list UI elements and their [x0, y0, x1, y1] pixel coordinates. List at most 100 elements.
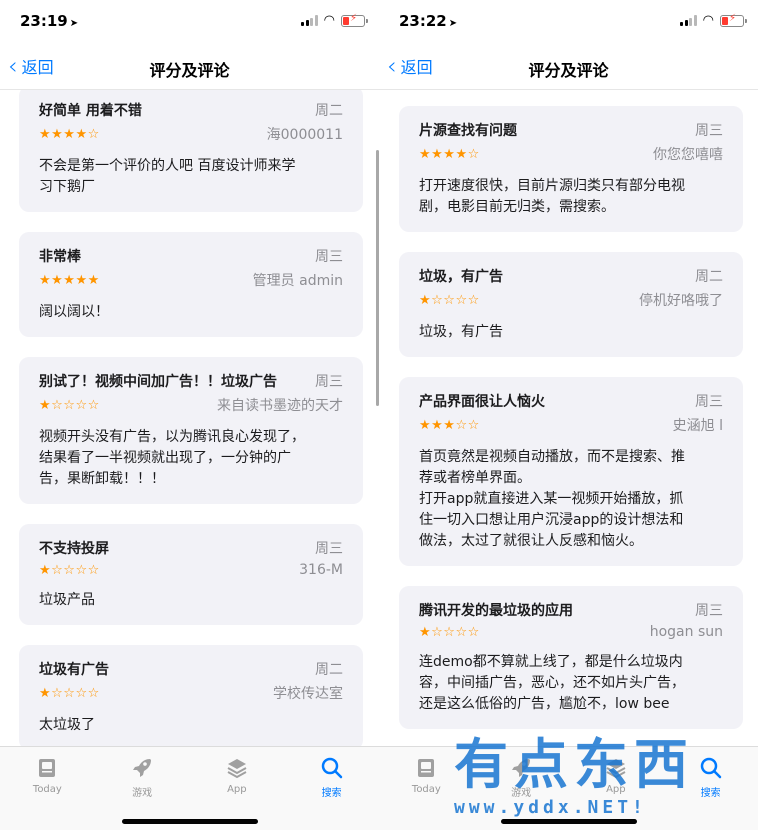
- tab-bar: Today 游戏 App 搜索: [379, 746, 758, 830]
- review-author: 史涵旭 l: [672, 418, 723, 434]
- tab-today[interactable]: Today: [0, 747, 95, 799]
- home-indicator[interactable]: [121, 819, 258, 824]
- review-card[interactable]: 片源查找有问题 周三 ★★★★☆ 你您您嘻嘻 打开速度很快，目前片源归类只有部分电视…: [399, 106, 743, 232]
- search-icon: [699, 755, 723, 781]
- star-rating: ★☆☆☆☆: [39, 562, 100, 578]
- review-date: 周三: [695, 123, 723, 139]
- review-body: 打开速度很快，目前片源归类只有部分电视 剧，电影目前无归类，需搜索。: [419, 178, 685, 215]
- tab-games[interactable]: 游戏: [95, 747, 190, 799]
- star-rating: ★☆☆☆☆: [39, 685, 100, 701]
- battery-icon: ⚡: [341, 13, 368, 27]
- tab-today[interactable]: Today: [379, 747, 474, 799]
- cellular-signal-icon: [680, 15, 697, 26]
- review-date: 周二: [315, 662, 343, 678]
- tab-label: 游戏: [511, 788, 532, 799]
- review-card[interactable]: 非常棒 周三 ★★★★★ 管理员 admin 阔以阔以！: [19, 232, 363, 337]
- today-icon: [35, 755, 59, 781]
- left-screen: 23:19 ➤ ◠ ⚡ ‹ 返回 评分及评论 好简单 用着不错 周二 ★★★★☆ 海0…: [0, 0, 379, 830]
- reviews-list: 片源查找有问题 周三 ★★★★☆ 你您您嘻嘻 打开速度很快，目前片源归类只有部分电视…: [399, 106, 743, 746]
- tab-bar: Today 游戏 App 搜索: [0, 746, 379, 830]
- review-card[interactable]: 垃圾有广告 周二 ★☆☆☆☆ 学校传达室 太垃圾了: [19, 645, 363, 746]
- review-title: 别试了！视频中间加广告！！垃圾广告: [39, 374, 277, 390]
- star-rating: ★★★★★: [39, 272, 100, 288]
- star-rating: ★★★★☆: [419, 146, 480, 162]
- rocket-icon: [509, 755, 533, 781]
- status-icons: ◠ ⚡: [680, 13, 747, 27]
- tab-label: App: [227, 784, 247, 795]
- status-time: 23:22 ➤: [399, 12, 457, 30]
- right-screen: 23:22 ➤ ◠ ⚡ ‹ 返回 评分及评论 片源查找有问题 周三 ★★★★☆ 你您您…: [379, 0, 758, 830]
- star-rating: ★★★★☆: [39, 126, 100, 142]
- star-rating: ★☆☆☆☆: [419, 292, 480, 308]
- review-card[interactable]: 不支持投屏 周三 ★☆☆☆☆ 316-M 垃圾产品: [19, 524, 363, 625]
- tab-apps[interactable]: App: [190, 747, 285, 799]
- review-author: 学校传达室: [273, 686, 343, 702]
- tab-search[interactable]: 搜索: [284, 747, 379, 799]
- review-author: 海0000011: [266, 127, 343, 143]
- navigation-bar: ‹ 返回 评分及评论: [0, 44, 379, 90]
- review-title: 腾讯开发的最垃圾的应用: [419, 603, 573, 619]
- home-indicator[interactable]: [500, 819, 637, 824]
- tab-label: App: [606, 784, 626, 795]
- review-date: 周三: [695, 394, 723, 410]
- review-body: 视频开头没有广告，以为腾讯良心发现了， 结果看了一半视频就出现了，一分钟的广 告…: [39, 429, 305, 487]
- review-title: 片源查找有问题: [419, 123, 517, 139]
- status-bar: 23:22 ➤ ◠ ⚡: [379, 0, 758, 44]
- review-date: 周三: [315, 249, 343, 265]
- apps-stack-icon: [225, 755, 249, 781]
- tab-label: 游戏: [132, 788, 153, 799]
- review-date: 周三: [315, 541, 343, 557]
- review-body: 阔以阔以！: [39, 304, 109, 320]
- time-text: 23:22: [399, 12, 447, 30]
- review-title: 垃圾，有广告: [419, 269, 503, 285]
- review-card[interactable]: 产品界面很让人恼火 周三 ★★★☆☆ 史涵旭 l 首页竟然是视频自动播放，而不是搜索…: [399, 377, 743, 566]
- review-title: 不支持投屏: [39, 541, 109, 557]
- review-author: hogan sun: [649, 624, 723, 640]
- review-title: 非常棒: [39, 249, 81, 265]
- cellular-signal-icon: [301, 15, 318, 26]
- status-icons: ◠ ⚡: [301, 13, 368, 28]
- page-title: 评分及评论: [149, 61, 230, 80]
- reviews-list: 好简单 用着不错 周二 ★★★★☆ 海0000011 不会是第一个评价的人吧 百度设…: [19, 90, 363, 746]
- review-body: 太垃圾了: [39, 717, 95, 733]
- review-author: 管理员 admin: [252, 273, 343, 289]
- review-author: 你您您嘻嘻: [653, 147, 723, 163]
- reviews-scroll-area[interactable]: 好简单 用着不错 周二 ★★★★☆ 海0000011 不会是第一个评价的人吧 百度设…: [0, 90, 379, 746]
- review-body: 垃圾，有广告: [419, 324, 503, 340]
- review-author: 来自读书墨迹的天才: [217, 398, 343, 414]
- review-date: 周三: [695, 603, 723, 619]
- review-title: 好简单 用着不错: [39, 103, 142, 119]
- review-date: 周三: [315, 374, 343, 390]
- status-time: 23:19 ➤: [20, 12, 78, 30]
- time-text: 23:19: [20, 12, 68, 30]
- location-arrow-icon: ➤: [69, 18, 79, 29]
- review-card[interactable]: 垃圾，有广告 周二 ★☆☆☆☆ 停机好咯哦了 垃圾，有广告: [399, 252, 743, 357]
- tab-label: Today: [32, 784, 62, 795]
- apps-stack-icon: [604, 755, 628, 781]
- review-body: 首页竟然是视频自动播放，而不是搜索、推 荐或者榜单界面。 打开app就直接进入某…: [419, 449, 685, 549]
- tab-search[interactable]: 搜索: [663, 747, 758, 799]
- review-card[interactable]: 别试了！视频中间加广告！！垃圾广告 周三 ★☆☆☆☆ 来自读书墨迹的天才 视频开头没…: [19, 357, 363, 504]
- review-author: 316-M: [299, 562, 343, 578]
- tab-label: 搜索: [700, 788, 721, 799]
- review-body: 连demo都不算就上线了，都是什么垃圾内 容，中间插广告，恶心，还不如片头广告，…: [419, 654, 685, 712]
- tab-games[interactable]: 游戏: [474, 747, 569, 799]
- today-icon: [414, 755, 438, 781]
- star-rating: ★☆☆☆☆: [419, 624, 480, 640]
- rocket-icon: [130, 755, 154, 781]
- page-title: 评分及评论: [528, 61, 609, 80]
- review-author: 停机好咯哦了: [639, 293, 723, 309]
- location-arrow-icon: ➤: [448, 18, 458, 29]
- review-date: 周二: [315, 103, 343, 119]
- star-rating: ★☆☆☆☆: [39, 397, 100, 413]
- tab-apps[interactable]: App: [569, 747, 664, 799]
- review-title: 产品界面很让人恼火: [419, 394, 545, 410]
- wifi-icon: ◠: [323, 13, 335, 28]
- reviews-scroll-area[interactable]: 片源查找有问题 周三 ★★★★☆ 你您您嘻嘻 打开速度很快，目前片源归类只有部分电视…: [379, 90, 758, 746]
- star-rating: ★★★☆☆: [419, 417, 480, 433]
- navigation-bar: ‹ 返回 评分及评论: [379, 44, 758, 90]
- review-card[interactable]: 腾讯开发的最垃圾的应用 周三 ★☆☆☆☆ hogan sun 连demo都不算就上线…: [399, 586, 743, 729]
- review-card[interactable]: 好简单 用着不错 周二 ★★★★☆ 海0000011 不会是第一个评价的人吧 百度设…: [19, 90, 363, 212]
- review-title: 垃圾有广告: [39, 662, 109, 678]
- search-icon: [320, 755, 344, 781]
